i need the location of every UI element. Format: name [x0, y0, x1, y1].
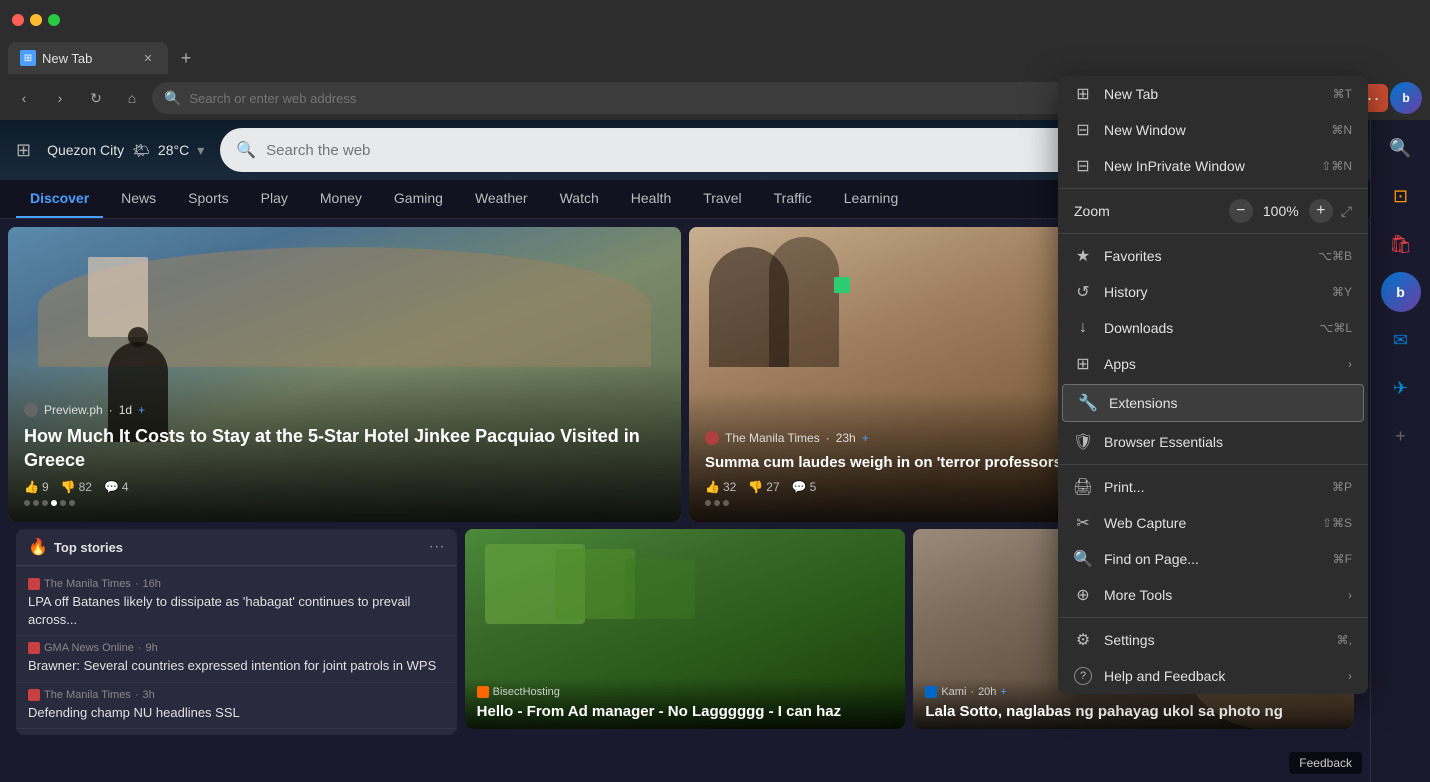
more-tools-arrow-icon: › [1348, 588, 1352, 602]
more-tools-label: More Tools [1104, 587, 1336, 603]
downloads-label: Downloads [1104, 320, 1307, 336]
find-shortcut: ⌘F [1333, 552, 1352, 566]
new-tab-shortcut: ⌘T [1333, 87, 1352, 101]
settings-icon: ⚙ [1074, 631, 1092, 649]
menu-help-feedback[interactable]: ? Help and Feedback › [1058, 658, 1368, 694]
favorites-icon: ★ [1074, 247, 1092, 265]
favorites-shortcut: ⌥⌘B [1318, 249, 1352, 263]
help-arrow-icon: › [1348, 669, 1352, 683]
divider-4 [1058, 617, 1368, 618]
menu-print[interactable]: 🖨 Print... ⌘P [1058, 469, 1368, 505]
extensions-icon: 🔧 [1079, 394, 1097, 412]
print-label: Print... [1104, 479, 1320, 495]
menu-web-capture[interactable]: ✂ Web Capture ⇧⌘S [1058, 505, 1368, 541]
find-label: Find on Page... [1104, 551, 1321, 567]
history-label: History [1104, 284, 1320, 300]
browser-essentials-label: Browser Essentials [1104, 434, 1352, 450]
zoom-in-button[interactable]: + [1309, 199, 1333, 223]
zoom-label: Zoom [1074, 203, 1217, 219]
menu-find-on-page[interactable]: 🔍 Find on Page... ⌘F [1058, 541, 1368, 577]
web-capture-icon: ✂ [1074, 514, 1092, 532]
find-icon: 🔍 [1074, 550, 1092, 568]
downloads-shortcut: ⌥⌘L [1319, 321, 1352, 335]
new-window-icon: ⊟ [1074, 121, 1092, 139]
dropdown-menu: ⊞ New Tab ⌘T ⊟ New Window ⌘N ⊟ New InPri… [1058, 76, 1368, 694]
apps-icon: ⊞ [1074, 355, 1092, 373]
downloads-icon: ↓ [1074, 319, 1092, 337]
menu-apps[interactable]: ⊞ Apps › [1058, 346, 1368, 382]
print-icon: 🖨 [1074, 478, 1092, 496]
history-icon: ↺ [1074, 283, 1092, 301]
zoom-expand-icon[interactable]: ⤢ [1341, 203, 1352, 220]
inprivate-shortcut: ⇧⌘N [1321, 159, 1352, 173]
inprivate-label: New InPrivate Window [1104, 158, 1309, 174]
new-tab-label: New Tab [1104, 86, 1321, 102]
divider-1 [1058, 188, 1368, 189]
divider-3 [1058, 464, 1368, 465]
menu-inprivate[interactable]: ⊟ New InPrivate Window ⇧⌘N [1058, 148, 1368, 184]
menu-zoom: Zoom − 100% + ⤢ [1058, 193, 1368, 229]
more-tools-icon: ⊕ [1074, 586, 1092, 604]
new-window-shortcut: ⌘N [1331, 123, 1352, 137]
help-icon: ? [1074, 667, 1092, 685]
apps-arrow-icon: › [1348, 357, 1352, 371]
menu-new-window[interactable]: ⊟ New Window ⌘N [1058, 112, 1368, 148]
zoom-value: 100% [1261, 203, 1301, 219]
new-window-label: New Window [1104, 122, 1319, 138]
apps-label: Apps [1104, 356, 1336, 372]
browser-essentials-icon: 🛡 [1074, 433, 1092, 451]
menu-downloads[interactable]: ↓ Downloads ⌥⌘L [1058, 310, 1368, 346]
menu-settings[interactable]: ⚙ Settings ⌘, [1058, 622, 1368, 658]
settings-shortcut: ⌘, [1337, 633, 1352, 647]
divider-2 [1058, 233, 1368, 234]
dropdown-overlay: ⊞ New Tab ⌘T ⊟ New Window ⌘N ⊟ New InPri… [0, 0, 1430, 782]
web-capture-label: Web Capture [1104, 515, 1310, 531]
menu-browser-essentials[interactable]: 🛡 Browser Essentials [1058, 424, 1368, 460]
new-tab-icon: ⊞ [1074, 85, 1092, 103]
favorites-label: Favorites [1104, 248, 1306, 264]
zoom-out-button[interactable]: − [1229, 199, 1253, 223]
settings-label: Settings [1104, 632, 1325, 648]
help-label: Help and Feedback [1104, 668, 1336, 684]
print-shortcut: ⌘P [1332, 480, 1352, 494]
web-capture-shortcut: ⇧⌘S [1322, 516, 1352, 530]
zoom-controls: − 100% + ⤢ [1229, 199, 1352, 223]
menu-extensions[interactable]: 🔧 Extensions [1062, 384, 1364, 422]
inprivate-icon: ⊟ [1074, 157, 1092, 175]
history-shortcut: ⌘Y [1332, 285, 1352, 299]
menu-history[interactable]: ↺ History ⌘Y [1058, 274, 1368, 310]
menu-more-tools[interactable]: ⊕ More Tools › [1058, 577, 1368, 613]
extensions-label: Extensions [1109, 395, 1347, 411]
menu-new-tab[interactable]: ⊞ New Tab ⌘T [1058, 76, 1368, 112]
menu-favorites[interactable]: ★ Favorites ⌥⌘B [1058, 238, 1368, 274]
